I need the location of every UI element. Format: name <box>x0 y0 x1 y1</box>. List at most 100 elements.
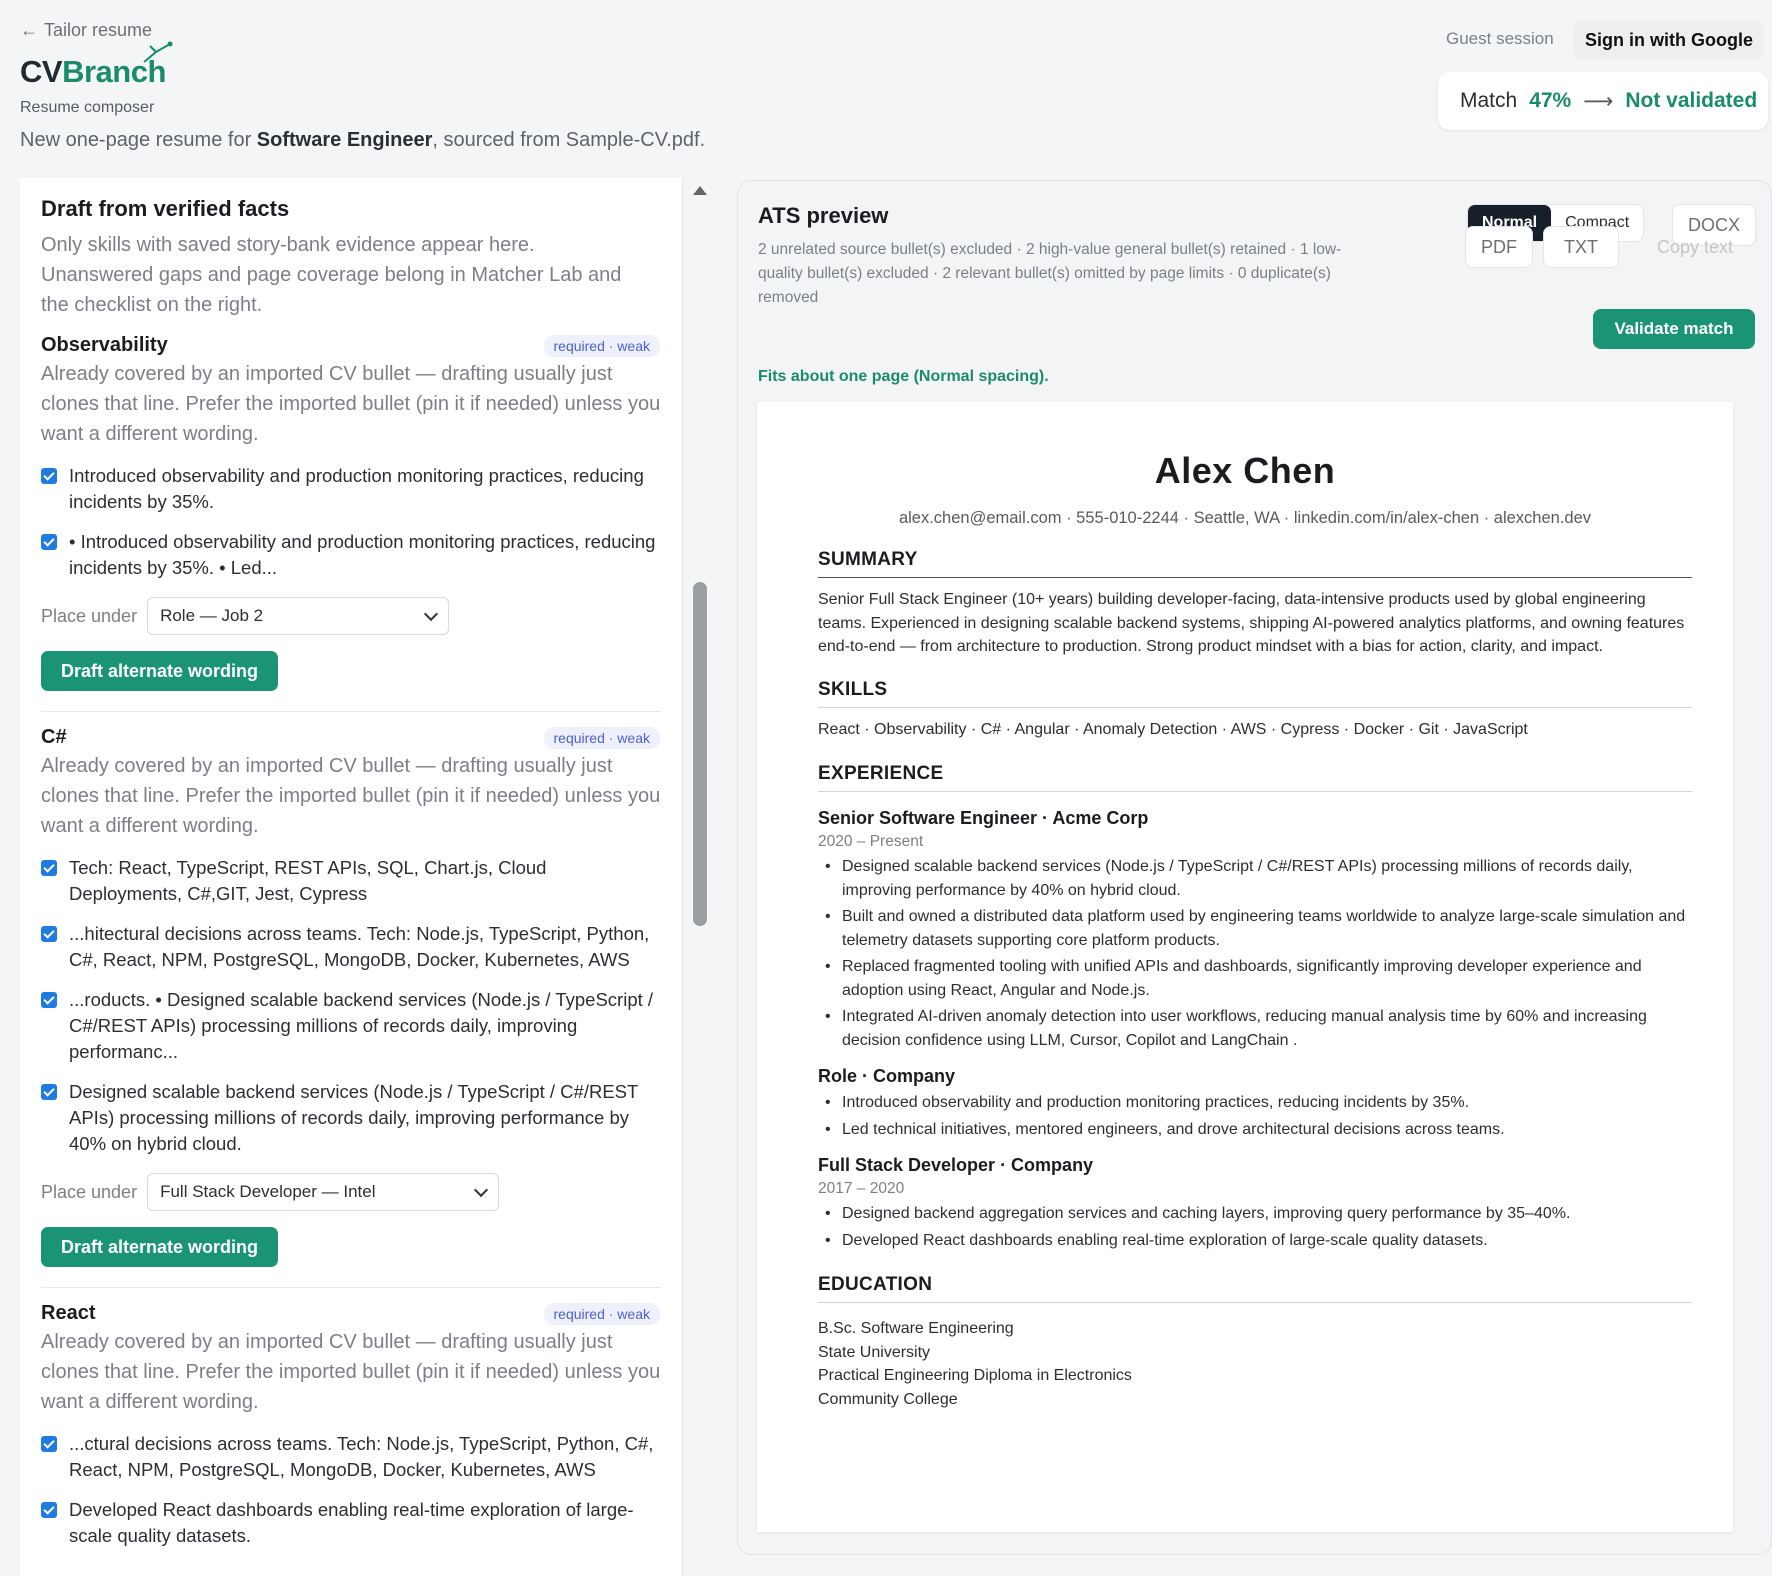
ats-preview-title: ATS preview <box>758 203 889 228</box>
education-line: State University <box>818 1343 931 1361</box>
section-heading-skills: SKILLS <box>818 679 1692 708</box>
checkbox[interactable] <box>41 860 57 876</box>
resume-name: Alex Chen <box>1154 450 1336 491</box>
checkbox[interactable] <box>41 1436 57 1452</box>
chevron-down-icon <box>474 1182 489 1197</box>
evidence-bullet[interactable]: ...hitectural decisions across teams. Te… <box>41 921 661 973</box>
fact-note: Already covered by an imported CV bullet… <box>41 755 661 837</box>
facts-panel-title: Draft from verified facts <box>41 196 290 221</box>
page-fit-status: Fits about one page (Normal spacing). <box>758 368 1049 385</box>
evidence-bullet[interactable]: Introduced observability and production … <box>41 463 661 515</box>
job-bullet: Integrated AI-driven anomaly detection i… <box>818 1005 1692 1052</box>
education-list: B.Sc. Software Engineering State Univers… <box>818 1317 1692 1411</box>
evidence-text: ...ctural decisions across teams. Tech: … <box>69 1433 654 1480</box>
ats-preview-panel: ATS preview 2 unrelated source bullet(s)… <box>737 180 1772 1555</box>
fact-note: Already covered by an imported CV bullet… <box>41 363 661 445</box>
resume-contact: alex.chen@email.com · 555-010-2244 · Sea… <box>898 509 1592 527</box>
validate-match-button[interactable]: Validate match <box>1593 309 1755 349</box>
fact-title: React <box>41 1302 96 1324</box>
fact-note: Already covered by an imported CV bullet… <box>41 1331 661 1413</box>
guest-session-label: Guest session <box>1446 29 1554 48</box>
facts-panel: Draft from verified facts Only skills wi… <box>20 178 683 1576</box>
checkbox[interactable] <box>41 468 57 484</box>
evidence-bullet[interactable]: ...ctural decisions across teams. Tech: … <box>41 1431 661 1483</box>
divider <box>41 1287 661 1288</box>
place-under-select[interactable]: Role — Job 2 <box>147 597 450 635</box>
job-dates: 2020 – Present <box>818 833 924 850</box>
requirement-badge: required · weak <box>543 1302 660 1325</box>
job-entry: Role · Company Introduced observability … <box>818 1066 1692 1141</box>
requirement-badge: required · weak <box>543 726 660 749</box>
fact-card-csharp: C# required · weak Already covered by an… <box>41 726 661 1288</box>
evidence-bullet[interactable]: • Introduced observability and productio… <box>41 529 661 581</box>
logo-cv: CV <box>20 54 63 89</box>
match-label: Match <box>1460 89 1518 112</box>
logo-subtitle: Resume composer <box>20 99 155 116</box>
sign-in-google-button[interactable]: Sign in with Google <box>1574 20 1764 60</box>
evidence-bullet[interactable]: Tech: React, TypeScript, REST APIs, SQL,… <box>41 855 661 907</box>
draft-alternate-wording-button[interactable]: Draft alternate wording <box>41 1227 279 1267</box>
evidence-text: • Introduced observability and productio… <box>69 531 656 578</box>
evidence-text: Developed React dashboards enabling real… <box>69 1499 634 1546</box>
evidence-text: ...roducts. • Designed scalable backend … <box>69 989 654 1062</box>
checkbox[interactable] <box>41 1502 57 1518</box>
back-link[interactable]: ← Tailor resume <box>20 20 152 41</box>
pdf-button[interactable]: PDF <box>1466 227 1532 267</box>
job-entry: Full Stack Developer · Company 2017 – 20… <box>818 1155 1692 1252</box>
evidence-bullet[interactable]: ...roducts. • Designed scalable backend … <box>41 987 661 1065</box>
evidence-bullet[interactable]: Developed React dashboards enabling real… <box>41 1497 661 1549</box>
divider <box>41 711 661 712</box>
job-bullet: Built and owned a distributed data platf… <box>818 905 1692 952</box>
select-value: Role — Job 2 <box>160 606 264 625</box>
arrow-left-icon: ← <box>20 20 38 40</box>
arrow-right-icon: ⟶ <box>1583 89 1614 113</box>
match-status-card: Match 47% ⟶ Not validated <box>1438 72 1768 130</box>
job-bullet: Replaced fragmented tooling with unified… <box>818 955 1692 1002</box>
education-line: Community College <box>818 1390 958 1408</box>
fact-card-react: React required · weak Already covered by… <box>41 1302 660 1549</box>
section-heading-education: EDUCATION <box>818 1274 1692 1303</box>
requirement-badge: required · weak <box>543 334 660 357</box>
draft-alternate-wording-button[interactable]: Draft alternate wording <box>41 651 279 691</box>
ats-stats: 2 unrelated source bullet(s) excluded · … <box>758 241 1342 306</box>
fact-title: C# <box>41 726 67 748</box>
evidence-text: Designed scalable backend services (Node… <box>69 1081 638 1154</box>
checkbox[interactable] <box>41 534 57 550</box>
checkbox[interactable] <box>41 926 57 942</box>
select-value: Full Stack Developer — Intel <box>160 1182 376 1201</box>
validation-status: Not validated <box>1625 89 1758 112</box>
skills-text: React · Observability · C# · Angular · A… <box>818 720 1528 738</box>
job-dates: 2017 – 2020 <box>818 1180 905 1197</box>
job-bullet: Designed backend aggregation services an… <box>818 1202 1692 1226</box>
evidence-text: Tech: React, TypeScript, REST APIs, SQL,… <box>69 857 547 904</box>
intro-text: New one-page resume for Software Enginee… <box>20 129 705 152</box>
facts-panel-description: Only skills with saved story-bank eviden… <box>41 234 622 316</box>
checkbox[interactable] <box>41 1084 57 1100</box>
txt-button[interactable]: TXT <box>1544 227 1618 267</box>
fact-title: Observability <box>41 334 168 356</box>
evidence-text: Introduced observability and production … <box>69 465 644 512</box>
job-bullet: Introduced observability and production … <box>818 1091 1692 1115</box>
evidence-bullet[interactable]: Designed scalable backend services (Node… <box>41 1079 661 1157</box>
checkbox[interactable] <box>41 992 57 1008</box>
branch-logo-icon <box>143 41 173 63</box>
place-under-select[interactable]: Full Stack Developer — Intel <box>147 1173 500 1211</box>
scrollbar-thumb[interactable] <box>693 582 707 926</box>
summary-text: Senior Full Stack Engineer (10+ years) b… <box>818 591 1685 655</box>
education-line: B.Sc. Software Engineering <box>818 1320 1014 1337</box>
back-link-label: Tailor resume <box>44 20 153 40</box>
chevron-down-icon <box>424 606 439 621</box>
job-bullet: Developed React dashboards enabling real… <box>818 1229 1692 1253</box>
job-bullet: Designed scalable backend services (Node… <box>818 855 1692 902</box>
job-title: Role · Company <box>818 1066 956 1086</box>
intro-prefix: New one-page resume for <box>20 129 257 151</box>
resume-preview: Alex Chen alex.chen@email.com · 555-010-… <box>757 402 1733 1532</box>
copy-text-button[interactable]: Copy text <box>1634 227 1756 267</box>
place-under-label: Place under <box>41 605 138 626</box>
education-line: Practical Engineering Diploma in Electro… <box>818 1367 1132 1384</box>
evidence-text: ...hitectural decisions across teams. Te… <box>69 923 650 970</box>
job-bullet: Led technical initiatives, mentored engi… <box>818 1118 1692 1142</box>
job-title: Full Stack Developer · Company <box>818 1155 1094 1175</box>
scroll-up-arrow-icon[interactable] <box>693 186 707 195</box>
job-entry: Senior Software Engineer · Acme Corp 202… <box>818 808 1692 1052</box>
